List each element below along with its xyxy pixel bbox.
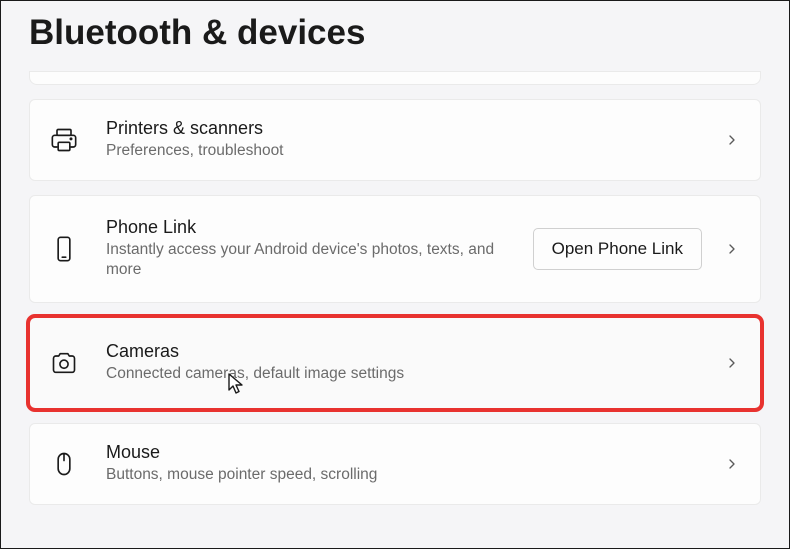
settings-item-title: Cameras — [106, 341, 724, 362]
chevron-right-icon — [724, 355, 740, 371]
settings-item-text: Printers & scanners Preferences, trouble… — [106, 118, 724, 162]
settings-item-cameras[interactable]: Cameras Connected cameras, default image… — [29, 317, 761, 409]
open-phone-link-button[interactable]: Open Phone Link — [533, 228, 702, 270]
settings-item-title: Phone Link — [106, 217, 533, 238]
settings-item-text: Mouse Buttons, mouse pointer speed, scro… — [106, 442, 724, 486]
chevron-right-icon — [724, 241, 740, 257]
printer-icon — [50, 126, 78, 154]
settings-item-text: Cameras Connected cameras, default image… — [106, 341, 724, 385]
settings-item-subtitle: Preferences, troubleshoot — [106, 141, 724, 162]
settings-item-printers[interactable]: Printers & scanners Preferences, trouble… — [29, 99, 761, 181]
settings-item-subtitle: Buttons, mouse pointer speed, scrolling — [106, 465, 724, 486]
mouse-icon — [50, 450, 78, 478]
settings-item-title: Mouse — [106, 442, 724, 463]
page-title: Bluetooth & devices — [29, 1, 761, 71]
camera-icon — [50, 349, 78, 377]
phone-icon — [50, 235, 78, 263]
settings-item-mouse[interactable]: Mouse Buttons, mouse pointer speed, scro… — [29, 423, 761, 505]
settings-item-subtitle: Instantly access your Android device's p… — [106, 240, 533, 282]
settings-item-subtitle: Connected cameras, default image setting… — [106, 364, 724, 385]
settings-item-title: Printers & scanners — [106, 118, 724, 139]
settings-item-phone-link[interactable]: Phone Link Instantly access your Android… — [29, 195, 761, 303]
previous-card-edge — [29, 71, 761, 85]
settings-item-text: Phone Link Instantly access your Android… — [106, 217, 533, 282]
chevron-right-icon — [724, 132, 740, 148]
chevron-right-icon — [724, 456, 740, 472]
